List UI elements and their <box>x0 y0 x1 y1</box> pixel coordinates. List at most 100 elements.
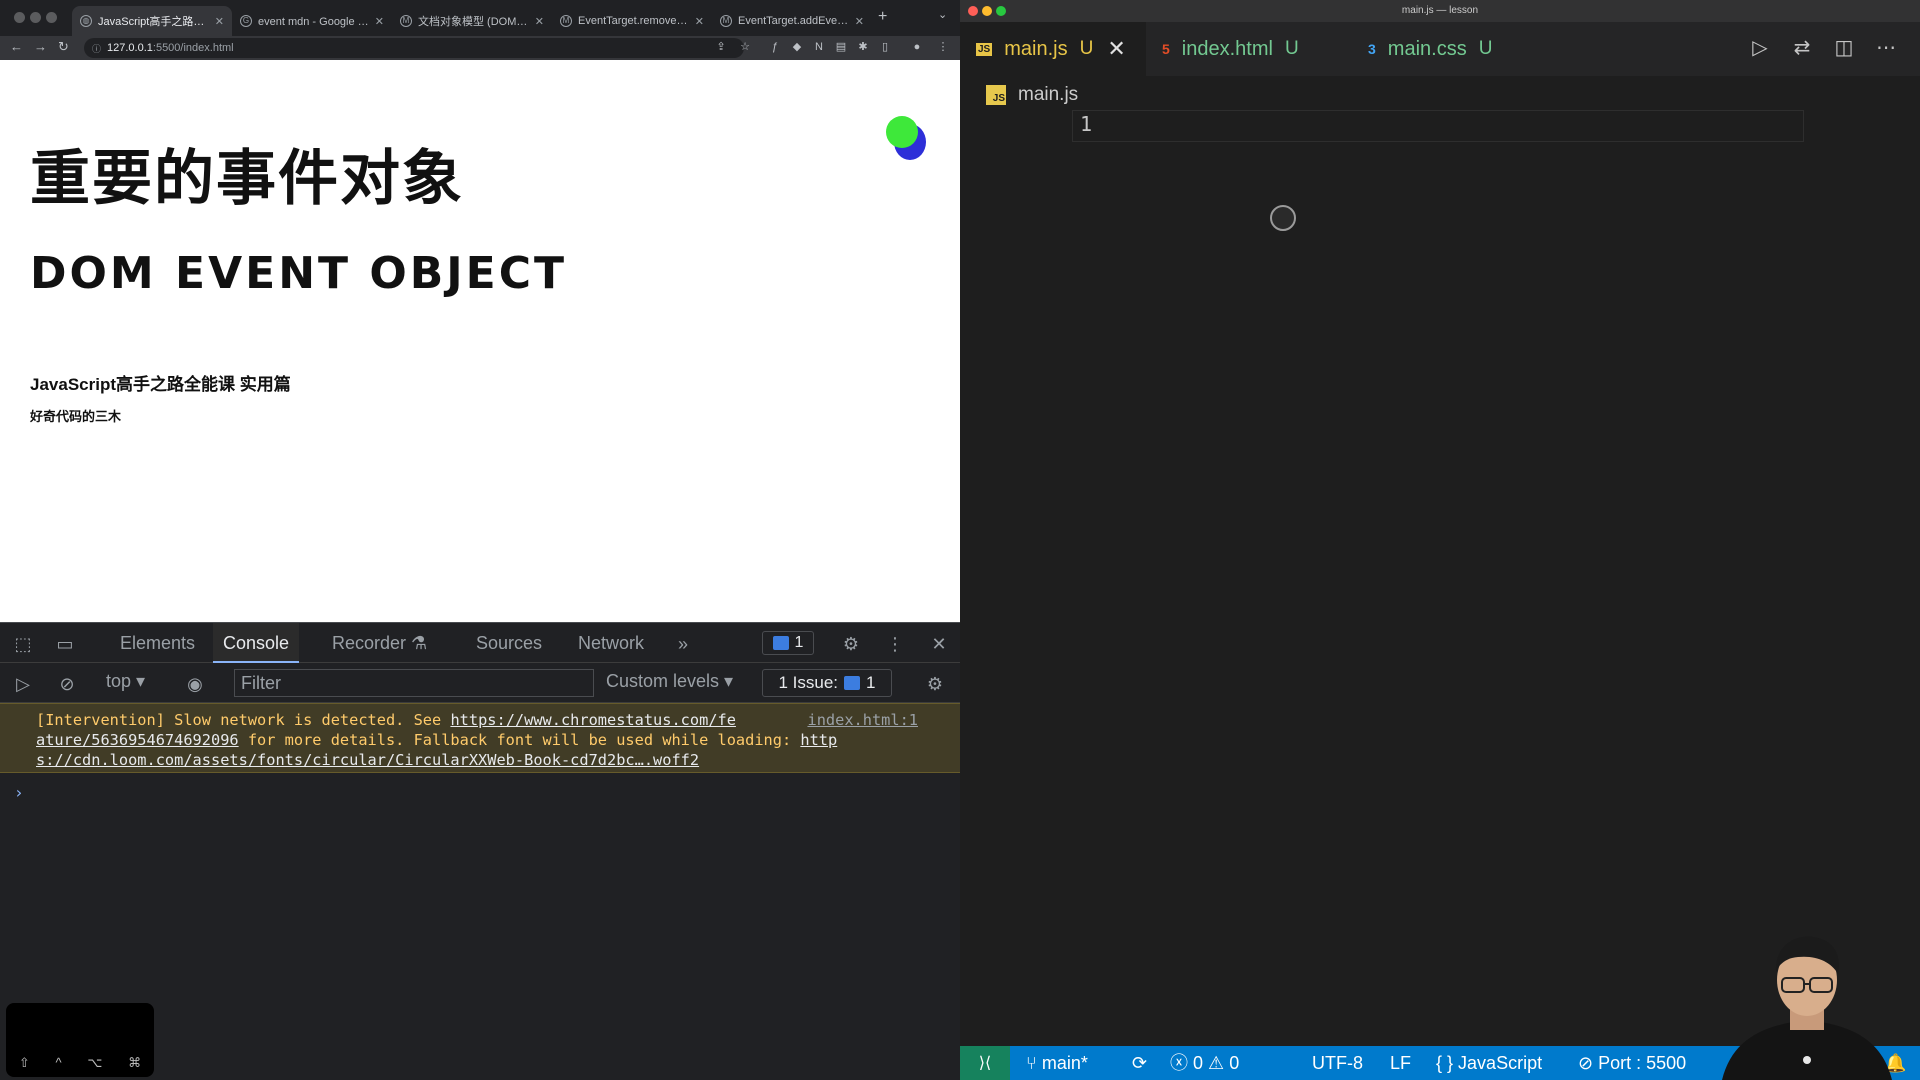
close-icon[interactable]: ✕ <box>535 15 544 28</box>
kebab-menu-icon[interactable]: ⋮ <box>884 633 906 655</box>
browser-tabstrip: ◍ JavaScript高手之路全能课 ✕ G event mdn - Goog… <box>0 0 960 36</box>
editor-current-line[interactable] <box>1072 110 1804 142</box>
source-control-compare-icon[interactable]: ⇄ <box>1790 36 1814 60</box>
sync-icon[interactable]: ⟳ <box>1132 1046 1147 1080</box>
breadcrumb[interactable]: JS main.js <box>986 84 1078 106</box>
tab-title: 文档对象模型 (DOM) - Web <box>418 16 529 28</box>
tab-label: index.html <box>1181 37 1273 60</box>
levels-value: Custom levels <box>606 671 720 691</box>
control-key-icon: ^ <box>55 1055 62 1070</box>
git-branch-icon: ⑂ <box>1026 1053 1037 1073</box>
loom-recorder-icon[interactable] <box>884 112 930 164</box>
device-toolbar-icon[interactable]: ▭ <box>54 633 76 655</box>
encoding-indicator[interactable]: UTF-8 <box>1312 1046 1363 1080</box>
editor-tab-index-html[interactable]: 5 index.html U <box>1146 22 1346 76</box>
branch-name: main* <box>1041 1053 1088 1073</box>
puzzle-icon[interactable]: ✱ <box>856 40 870 54</box>
warning-link[interactable]: http <box>800 731 837 749</box>
log-levels-select[interactable]: Custom levels ▾ <box>606 671 733 692</box>
window-title: main.js — lesson <box>960 0 1920 22</box>
browser-tab-mdn-remove[interactable]: M EventTarget.removeEventL ✕ <box>552 6 712 36</box>
browser-tab-course[interactable]: ◍ JavaScript高手之路全能课 ✕ <box>72 6 232 36</box>
issues-button[interactable]: 1 Issue: 1 <box>762 669 892 697</box>
warning-link[interactable]: https://www.chromestatus.com/fe <box>450 711 736 729</box>
remote-icon[interactable]: ⟩⟨ <box>960 1046 1010 1080</box>
kebab-menu-icon[interactable]: ⋮ <box>936 40 950 54</box>
browser-tab-mdn-dom[interactable]: M 文档对象模型 (DOM) - Web ✕ <box>392 6 552 36</box>
extension-screen-icon[interactable]: ▤ <box>834 40 848 54</box>
gear-icon[interactable]: ⚙ <box>840 633 862 655</box>
window-zoom-dot[interactable] <box>46 12 57 23</box>
extension-purple-icon[interactable]: ◆ <box>790 40 804 54</box>
context-select[interactable]: top ▾ <box>106 671 145 692</box>
branch-indicator[interactable]: ⑂ main* <box>1026 1046 1088 1080</box>
mouse-cursor <box>1270 205 1296 231</box>
share-icon[interactable]: ⇪ <box>714 40 728 54</box>
tab-console[interactable]: Console <box>213 623 300 663</box>
live-server-indicator[interactable]: ⊘ Port : 5500 <box>1578 1046 1686 1080</box>
editor-tab-main-css[interactable]: 3 main.css U <box>1352 22 1542 76</box>
extension-notion-icon[interactable]: N <box>812 40 826 54</box>
globe-icon: ◍ <box>80 15 92 27</box>
browser-tab-mdn-add[interactable]: M EventTarget.addEventListe ✕ <box>712 6 872 36</box>
tab-recorder[interactable]: Recorder ⚗ <box>322 623 437 663</box>
sidebar-toggle-icon[interactable]: ▷ <box>12 673 34 695</box>
run-icon[interactable]: ▷ <box>1748 36 1772 60</box>
warning-link[interactable]: ature/5636954674692096 <box>36 731 239 749</box>
console-filter-input[interactable]: Filter <box>234 669 594 697</box>
close-icon[interactable]: ✕ <box>855 15 864 28</box>
window-minimize-dot[interactable] <box>30 12 41 23</box>
tab-elements[interactable]: Elements <box>110 623 205 663</box>
more-actions-icon[interactable]: ⋯ <box>1874 36 1898 60</box>
more-tabs-icon[interactable]: » <box>672 633 694 655</box>
course-title: JavaScript高手之路全能课 实用篇 <box>30 375 291 394</box>
forward-icon[interactable]: → <box>34 39 47 54</box>
warning-source-link[interactable]: index.html:1 <box>807 710 918 730</box>
tab-title: EventTarget.addEventListe <box>738 15 849 27</box>
html-file-icon: 5 <box>1162 41 1170 57</box>
close-icon[interactable]: ✕ <box>1107 36 1125 62</box>
port-label: Port : 5500 <box>1598 1053 1687 1073</box>
sidepanel-icon[interactable]: ▯ <box>878 40 892 54</box>
google-icon: G <box>240 15 252 27</box>
back-icon[interactable]: ← <box>10 39 23 54</box>
extension-fx-icon[interactable]: ƒ <box>768 40 782 54</box>
messages-badge[interactable]: 1 <box>762 631 814 655</box>
close-icon[interactable]: ✕ <box>695 15 704 28</box>
window-zoom-dot[interactable] <box>996 6 1006 16</box>
window-minimize-dot[interactable] <box>982 6 992 16</box>
reload-icon[interactable]: ↻ <box>58 39 69 55</box>
close-icon[interactable]: ✕ <box>375 15 384 28</box>
window-close-dot[interactable] <box>14 12 25 23</box>
command-key-icon: ⌘ <box>128 1055 142 1070</box>
error-count: 0 <box>1193 1053 1204 1073</box>
tab-untracked-badge: U <box>1478 38 1493 59</box>
new-tab-icon[interactable]: + <box>878 8 887 26</box>
browser-tab-google[interactable]: G event mdn - Google 搜索 ✕ <box>232 6 392 36</box>
gear-icon[interactable]: ⚙ <box>924 673 946 695</box>
chevron-down-icon[interactable]: ⌄ <box>938 8 947 21</box>
window-close-dot[interactable] <box>968 6 978 16</box>
editor-tab-main-js[interactable]: JS main.js U ✕ <box>960 22 1146 76</box>
url-host: 127.0.0.1 <box>107 42 153 54</box>
warning-link[interactable]: s://cdn.loom.com/assets/fonts/circular/C… <box>36 751 699 769</box>
avatar[interactable]: ● <box>910 40 924 54</box>
console-prompt[interactable]: › <box>14 783 24 802</box>
author-name: 好奇代码的三木 <box>30 409 122 424</box>
inspect-element-icon[interactable]: ⬚ <box>12 633 34 655</box>
split-editor-icon[interactable]: ◫ <box>1832 36 1856 60</box>
tab-network[interactable]: Network <box>568 623 654 663</box>
problems-indicator[interactable]: ⓧ 0 ⚠ 0 <box>1170 1046 1239 1080</box>
line-number: 1 <box>1079 112 1092 136</box>
tab-sources[interactable]: Sources <box>466 623 552 663</box>
address-bar[interactable]: ⓘ 127.0.0.1:5500/index.html <box>84 38 744 58</box>
close-icon[interactable]: ✕ <box>215 15 224 28</box>
webcam-presenter <box>1722 936 1892 1080</box>
language-indicator[interactable]: { } JavaScript <box>1436 1046 1542 1080</box>
eol-indicator[interactable]: LF <box>1390 1046 1411 1080</box>
info-icon[interactable]: ⓘ <box>92 42 101 55</box>
star-icon[interactable]: ☆ <box>738 40 752 54</box>
eye-icon[interactable]: ◉ <box>184 673 206 695</box>
clear-console-icon[interactable]: ⊘ <box>56 673 78 695</box>
close-icon[interactable]: ✕ <box>928 633 950 655</box>
